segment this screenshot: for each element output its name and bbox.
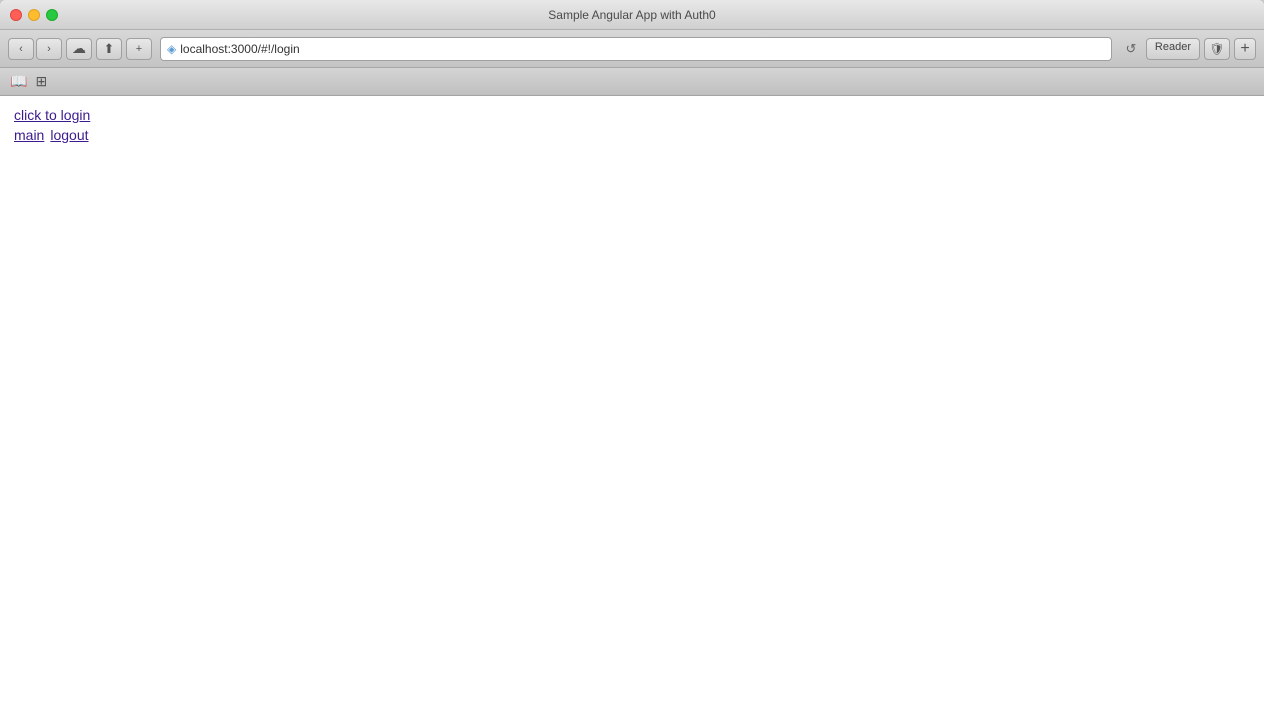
forward-button[interactable]: › (36, 38, 62, 60)
refresh-icon: ↺ (1125, 41, 1136, 57)
links-line: main logout (14, 126, 1250, 146)
title-bar: Sample Angular App with Auth0 (0, 0, 1264, 30)
share-button[interactable]: ⬆ (96, 38, 122, 60)
cloud-icon: ☁ (72, 40, 86, 57)
window-controls (10, 9, 58, 21)
nav-right: 🛡 + (1204, 38, 1256, 60)
address-icon: ◈ (167, 42, 176, 56)
add-tab-icon: + (136, 43, 142, 55)
shield-button[interactable]: 🛡 (1204, 38, 1230, 60)
cloud-button[interactable]: ☁ (66, 38, 92, 60)
logout-link[interactable]: logout (50, 126, 88, 146)
address-bar[interactable]: ◈ localhost:3000/#!/login (160, 37, 1112, 61)
page-content: click to login main logout (0, 96, 1264, 723)
reader-label: Reader (1155, 41, 1191, 53)
minimize-button[interactable] (28, 9, 40, 21)
refresh-button[interactable]: ↺ (1120, 38, 1142, 60)
maximize-button[interactable] (46, 9, 58, 21)
click-to-login-link[interactable]: click to login (14, 106, 1250, 126)
new-tab-button[interactable]: + (1234, 38, 1256, 60)
shield-icon: 🛡 (1209, 42, 1224, 56)
nav-bar: ‹ › ☁ ⬆ + ◈ localhost:3000/#!/login ↺ Re… (0, 30, 1264, 68)
new-tab-icon: + (1240, 41, 1249, 57)
reader-button[interactable]: Reader (1146, 38, 1200, 60)
add-tab-button[interactable]: + (126, 38, 152, 60)
browser-window: Sample Angular App with Auth0 ‹ › ☁ ⬆ + … (0, 0, 1264, 723)
main-link[interactable]: main (14, 126, 44, 146)
forward-arrow-icon: › (47, 43, 51, 55)
window-title: Sample Angular App with Auth0 (548, 8, 715, 22)
url-text: localhost:3000/#!/login (180, 42, 1105, 56)
nav-buttons: ‹ › (8, 38, 62, 60)
sidebar-icon[interactable]: 📖 (10, 73, 27, 90)
grid-icon[interactable]: ⊞ (35, 73, 47, 90)
bookmark-toolbar: 📖 ⊞ (0, 68, 1264, 96)
back-button[interactable]: ‹ (8, 38, 34, 60)
share-icon: ⬆ (104, 41, 115, 57)
close-button[interactable] (10, 9, 22, 21)
back-arrow-icon: ‹ (19, 43, 23, 55)
